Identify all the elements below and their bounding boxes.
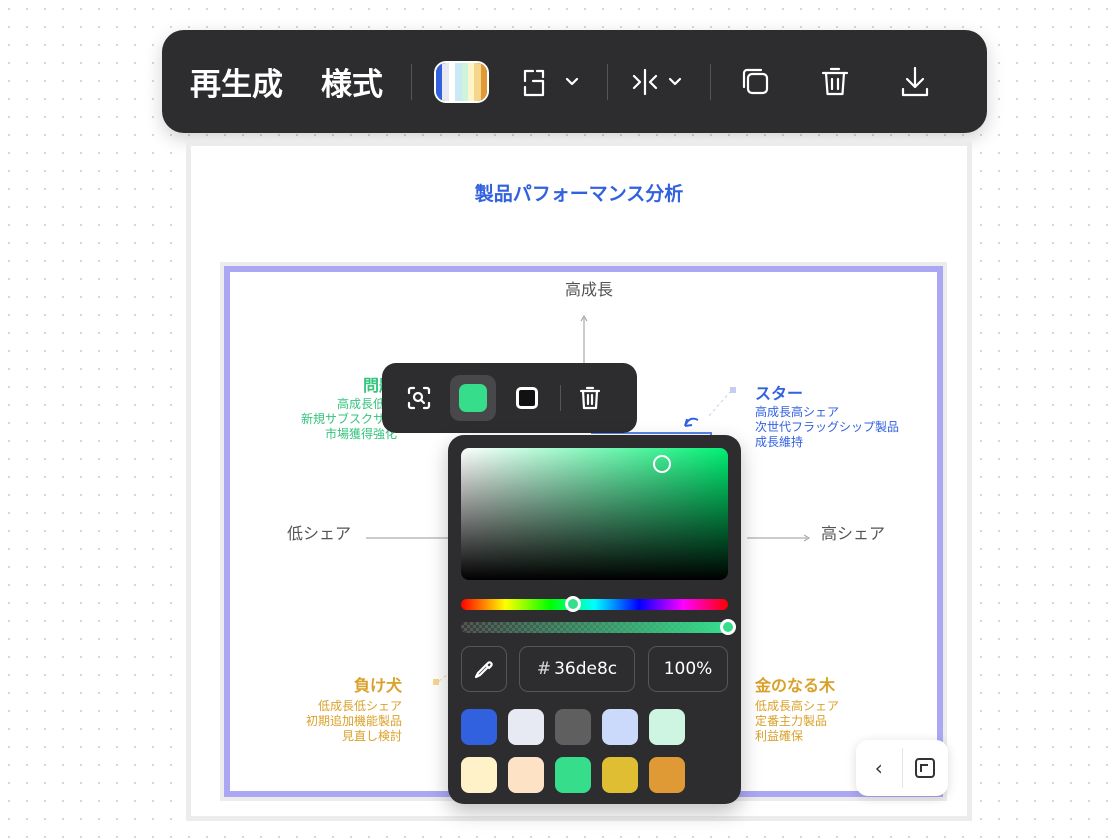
regenerate-button[interactable]: 再生成 — [190, 59, 283, 104]
zoom-to-shape-button[interactable] — [396, 375, 442, 421]
fit-view-button[interactable] — [902, 740, 948, 796]
opacity-input[interactable]: 100% — [648, 646, 728, 692]
color-input-row: # 36de8c 100% — [461, 646, 728, 692]
quadrant-line: 定番主力製品 — [755, 714, 828, 728]
quadrant-line: 成長維持 — [755, 435, 804, 449]
quadrant-line: 見直し検討 — [341, 729, 402, 743]
axis-label-top: 高成長 — [565, 280, 614, 299]
chevron-down-icon — [668, 77, 682, 85]
quadrant-star-lines: 高成長高シェア 次世代フラッグシップ製品 成長維持 — [755, 405, 899, 450]
quadrant-line: 次世代フラッグシップ製品 — [755, 420, 900, 434]
palette-swatch — [434, 60, 489, 103]
toolbar-divider — [411, 63, 412, 100]
layout-icon — [523, 69, 545, 96]
viewport-controls: ‹ — [856, 740, 948, 796]
copy-button[interactable] — [739, 65, 773, 99]
copy-icon — [742, 68, 769, 94]
color-swatch[interactable] — [649, 709, 685, 745]
delete-shape-button[interactable] — [567, 375, 613, 421]
hex-value: 36de8c — [554, 659, 618, 679]
quadrant-dog-lines: 低成長低シェア 初期追加機能製品 見直し検討 — [306, 699, 402, 744]
color-swatch[interactable] — [602, 709, 638, 745]
chevron-left-icon: ‹ — [874, 756, 883, 780]
element-toolbar: 再生成 様式 — [162, 30, 987, 133]
layout-dropdown[interactable] — [523, 67, 581, 97]
eyedropper-button[interactable] — [461, 646, 507, 692]
delete-button[interactable] — [819, 65, 851, 99]
color-swatch[interactable] — [508, 709, 544, 745]
download-button[interactable] — [899, 65, 931, 99]
toolbar-divider — [560, 385, 561, 411]
opacity-slider-handle[interactable] — [720, 619, 736, 635]
chevron-down-icon — [565, 77, 579, 85]
color-swatch[interactable] — [508, 757, 544, 793]
color-picker-panel: # 36de8c 100% — [448, 435, 741, 804]
mirror-icon — [632, 68, 658, 95]
quadrant-line: 利益確保 — [755, 729, 804, 743]
axis-label-left: 低シェア — [287, 524, 352, 543]
quadrant-dog-title: 負け犬 — [353, 676, 402, 695]
axis-label-right: 高シェア — [821, 524, 886, 543]
scan-search-icon — [407, 386, 431, 410]
fill-color-swatch — [459, 384, 487, 412]
style-button[interactable]: 様式 — [321, 59, 383, 104]
hex-input[interactable]: # 36de8c — [519, 646, 635, 692]
download-icon — [901, 66, 929, 96]
quadrant-line: 低成長高シェア — [755, 699, 840, 713]
quadrant-star-title: スター — [755, 384, 804, 403]
color-swatch[interactable] — [555, 757, 591, 793]
fit-view-icon — [915, 758, 936, 778]
trash-icon — [821, 67, 849, 95]
connector-dot — [433, 679, 439, 685]
mirror-dropdown[interactable] — [630, 67, 684, 97]
quadrant-line: 市場獲得強化 — [324, 427, 397, 441]
quadrant-cow-lines: 低成長高シェア 定番主力製品 利益確保 — [755, 699, 839, 744]
collapse-button[interactable]: ‹ — [856, 740, 902, 796]
eyedropper-icon — [474, 661, 493, 679]
color-swatch[interactable] — [461, 709, 497, 745]
toolbar-divider — [710, 63, 711, 100]
quadrant-cow-title: 金のなる木 — [755, 676, 836, 695]
color-swatch[interactable] — [602, 757, 638, 793]
palette-button[interactable] — [434, 60, 489, 103]
palette-stripe — [480, 62, 487, 101]
hue-slider-handle[interactable] — [565, 596, 582, 612]
quadrant-line: 初期追加機能製品 — [305, 714, 402, 728]
stroke-color-swatch — [516, 387, 538, 409]
connector-dot — [730, 387, 736, 393]
hex-prefix: # — [536, 659, 552, 679]
color-swatch[interactable] — [649, 757, 685, 793]
hue-slider[interactable] — [461, 599, 728, 610]
color-swatch[interactable] — [555, 709, 591, 745]
color-swatch[interactable] — [461, 757, 497, 793]
quadrant-line: 高成長高シェア — [755, 405, 840, 419]
saturation-value-handle[interactable] — [653, 455, 671, 473]
saturation-value-area[interactable] — [461, 448, 728, 580]
trash-icon — [579, 386, 601, 410]
opacity-slider[interactable] — [461, 622, 728, 633]
fill-color-button[interactable] — [450, 375, 496, 421]
stroke-color-button[interactable] — [504, 375, 550, 421]
shape-toolbar — [382, 363, 637, 433]
toolbar-divider — [607, 63, 608, 100]
quadrant-line: 低成長低シェア — [317, 699, 402, 713]
